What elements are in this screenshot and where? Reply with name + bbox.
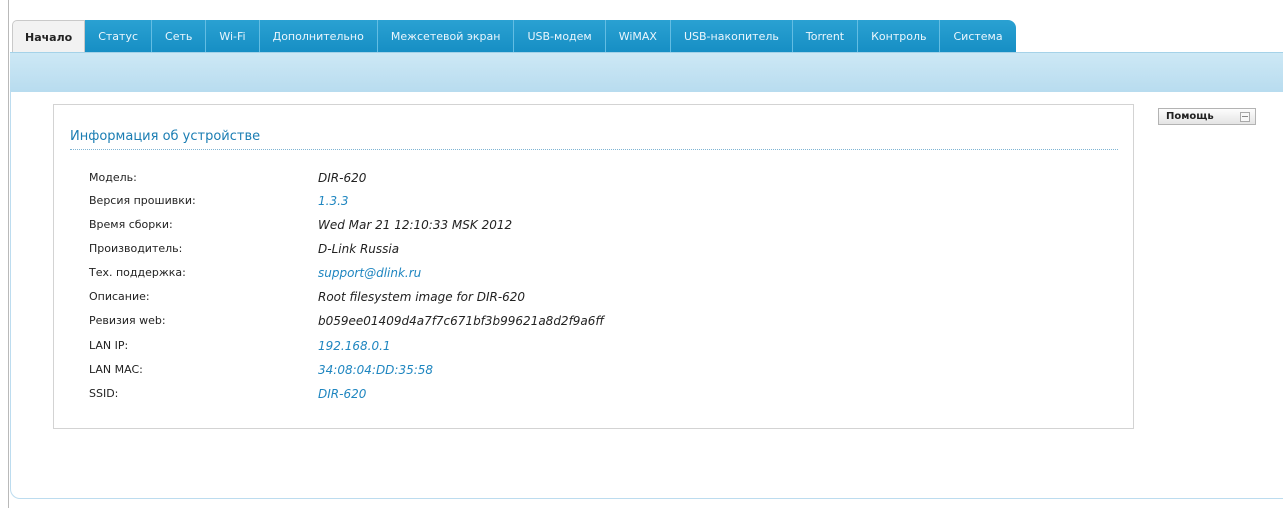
- info-label: Описание:: [89, 290, 150, 303]
- panel-title: Информация об устройстве: [70, 129, 261, 144]
- title-divider: [70, 149, 1118, 150]
- help-label: Помощь: [1166, 111, 1214, 122]
- info-label: Производитель:: [89, 242, 183, 255]
- help-panel-toggle[interactable]: Помощь: [1158, 108, 1256, 125]
- web-revision-value: b059ee01409d4a7f7c671bf3b99621a8d2f9a6ff: [318, 314, 605, 328]
- tab-usb-modem[interactable]: USB-модем: [514, 20, 606, 53]
- tab-firewall[interactable]: Межсетевой экран: [377, 20, 515, 53]
- vendor-value: D-Link Russia: [318, 242, 400, 256]
- tab-system[interactable]: Система: [940, 20, 1016, 53]
- collapse-icon[interactable]: [1240, 112, 1250, 122]
- lan-ip-link[interactable]: 192.168.0.1: [318, 339, 391, 353]
- build-time-value: Wed Mar 21 12:10:33 MSK 2012: [318, 218, 513, 232]
- info-label: Ревизия web:: [89, 314, 166, 327]
- tab-torrent[interactable]: Torrent: [792, 20, 859, 53]
- header-band: [10, 52, 1283, 92]
- info-label: Модель:: [89, 171, 137, 184]
- main-tab-bar: Начало Статус Сеть Wi-Fi Дополнительно М…: [12, 20, 1016, 53]
- firmware-version-link[interactable]: 1.3.3: [318, 194, 349, 208]
- info-label: SSID:: [89, 387, 119, 400]
- device-info-panel: Информация об устройстве Модель: DIR-620…: [53, 104, 1134, 429]
- model-value: DIR-620: [318, 171, 367, 185]
- description-value: Root filesystem image for DIR-620: [318, 290, 526, 304]
- tab-network[interactable]: Сеть: [152, 20, 207, 53]
- tab-advanced[interactable]: Дополнительно: [259, 20, 378, 53]
- tab-home[interactable]: Начало: [12, 20, 86, 53]
- lan-mac-link[interactable]: 34:08:04:DD:35:58: [318, 363, 433, 377]
- support-email-link[interactable]: support@dlink.ru: [318, 266, 421, 280]
- info-label: LAN MAC:: [89, 363, 143, 376]
- info-label: Тех. поддержка:: [89, 266, 186, 279]
- ssid-link[interactable]: DIR-620: [318, 387, 366, 401]
- tab-wimax[interactable]: WiMAX: [605, 20, 671, 53]
- tab-control[interactable]: Контроль: [858, 20, 941, 53]
- tab-wifi[interactable]: Wi-Fi: [206, 20, 260, 53]
- info-label: LAN IP:: [89, 339, 129, 352]
- info-label: Версия прошивки:: [89, 194, 196, 207]
- info-label: Время сборки:: [89, 218, 173, 231]
- tab-usb-storage[interactable]: USB-накопитель: [670, 20, 793, 53]
- tab-status[interactable]: Статус: [85, 20, 153, 53]
